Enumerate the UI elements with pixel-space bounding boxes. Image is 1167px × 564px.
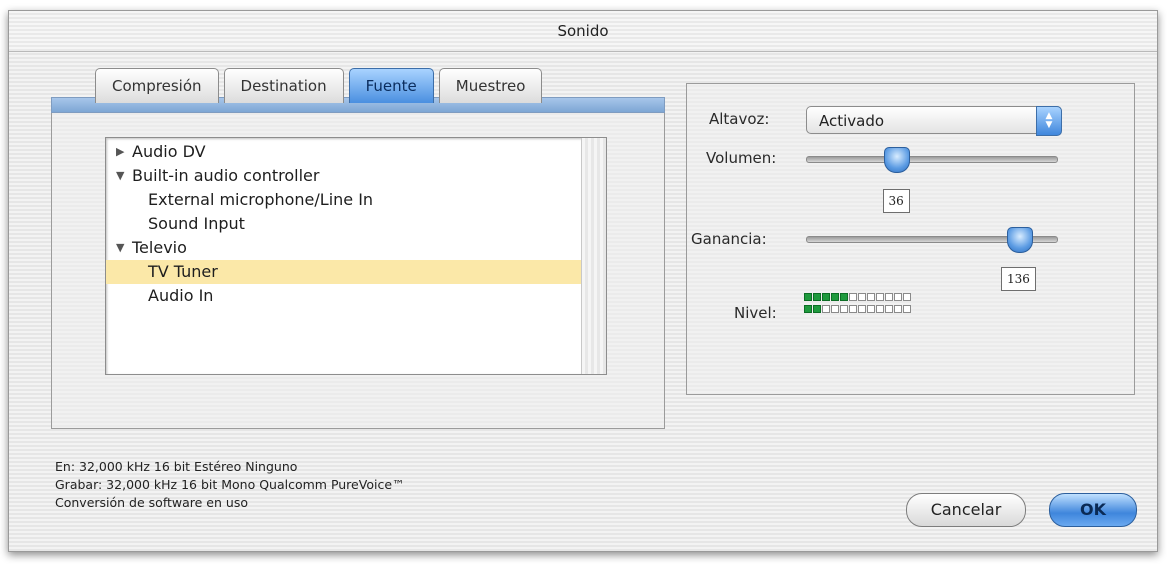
level-meter-segment (804, 305, 812, 313)
input-format-info: En: 32,000 kHz 16 bit Estéreo Ninguno (55, 459, 298, 474)
level-meter-segment (822, 305, 830, 313)
level-meter-segment (840, 293, 848, 301)
sound-dialog: Sonido Compresión Destination Fuente Mue… (8, 10, 1158, 552)
level-meter-segment (831, 305, 839, 313)
level-meter-segment (804, 293, 812, 301)
list-item[interactable]: ▼ Televio (106, 236, 582, 260)
list-item-label: External microphone/Line In (148, 190, 374, 209)
list-item-selected[interactable]: TV Tuner (106, 260, 582, 284)
record-format-info: Grabar: 32,000 kHz 16 bit Mono Qualcomm … (55, 477, 405, 492)
gain-value: 136 (1001, 267, 1036, 291)
tab-compresion[interactable]: Compresión (95, 68, 219, 103)
window-title: Sonido (9, 11, 1157, 52)
level-meter-segment (822, 293, 830, 301)
list-item-label: Sound Input (148, 214, 245, 233)
gain-label: Ganancia: (691, 230, 767, 248)
list-item[interactable]: ▶ Audio DV (106, 140, 592, 164)
volume-slider-thumb[interactable] (884, 147, 910, 173)
cancel-button[interactable]: Cancelar (906, 493, 1026, 527)
list-item[interactable]: Audio In (106, 284, 582, 308)
list-item[interactable]: External microphone/Line In (106, 188, 592, 212)
list-item-label: Televio (132, 238, 187, 257)
level-meter-segment (840, 305, 848, 313)
tab-muestreo[interactable]: Muestreo (438, 68, 543, 103)
level-meter-segment (885, 305, 893, 313)
tab-fuente[interactable]: Fuente (348, 68, 434, 103)
level-label: Nivel: (734, 304, 777, 322)
speaker-popup[interactable]: Activado ▲ ▼ (806, 106, 1062, 136)
list-item-label: Audio In (148, 286, 214, 305)
volume-label: Volumen: (706, 149, 777, 167)
level-meter-segment (849, 305, 857, 313)
level-meter-segment (813, 293, 821, 301)
ok-button[interactable]: OK (1049, 493, 1137, 527)
level-meter-segment (876, 305, 884, 313)
list-item-label: TV Tuner (148, 262, 218, 281)
list-item-label: Audio DV (132, 142, 206, 161)
level-meter-segment (876, 293, 884, 301)
level-meter-segment (903, 293, 911, 301)
level-meter-segment (867, 305, 875, 313)
speaker-label: Altavoz: (709, 110, 770, 128)
tab-destination[interactable]: Destination (223, 68, 344, 103)
list-scrollbar[interactable] (581, 138, 606, 374)
level-meter-segment (858, 293, 866, 301)
disclosure-collapsed-icon[interactable]: ▶ (116, 140, 132, 164)
volume-value: 36 (882, 189, 910, 213)
level-meter-segment (894, 305, 902, 313)
level-meter-segment (858, 305, 866, 313)
level-meter-left (804, 293, 912, 301)
level-meter-right (804, 305, 912, 313)
popup-arrows-icon[interactable]: ▲ ▼ (1036, 106, 1062, 136)
level-meter-segment (903, 305, 911, 313)
source-list[interactable]: ▶ Audio DV ▼ Built-in audio controller Ext… (105, 137, 607, 375)
list-item[interactable]: Sound Input (106, 212, 592, 236)
level-meter-segment (813, 305, 821, 313)
disclosure-expanded-icon[interactable]: ▼ (116, 164, 132, 188)
list-item[interactable]: ▼ Built-in audio controller (106, 164, 592, 188)
conversion-info: Conversión de software en uso (55, 495, 248, 510)
level-meter-segment (885, 293, 893, 301)
tab-bar: Compresión Destination Fuente Muestreo (95, 68, 547, 104)
speaker-popup-value: Activado (819, 112, 885, 130)
level-meter-segment (894, 293, 902, 301)
gain-slider-thumb[interactable] (1006, 227, 1033, 253)
level-meter-segment (831, 293, 839, 301)
disclosure-expanded-icon[interactable]: ▼ (116, 236, 132, 260)
volume-slider-track[interactable] (806, 156, 1058, 163)
level-meter-segment (867, 293, 875, 301)
level-meter-segment (849, 293, 857, 301)
list-item-label: Built-in audio controller (132, 166, 320, 185)
